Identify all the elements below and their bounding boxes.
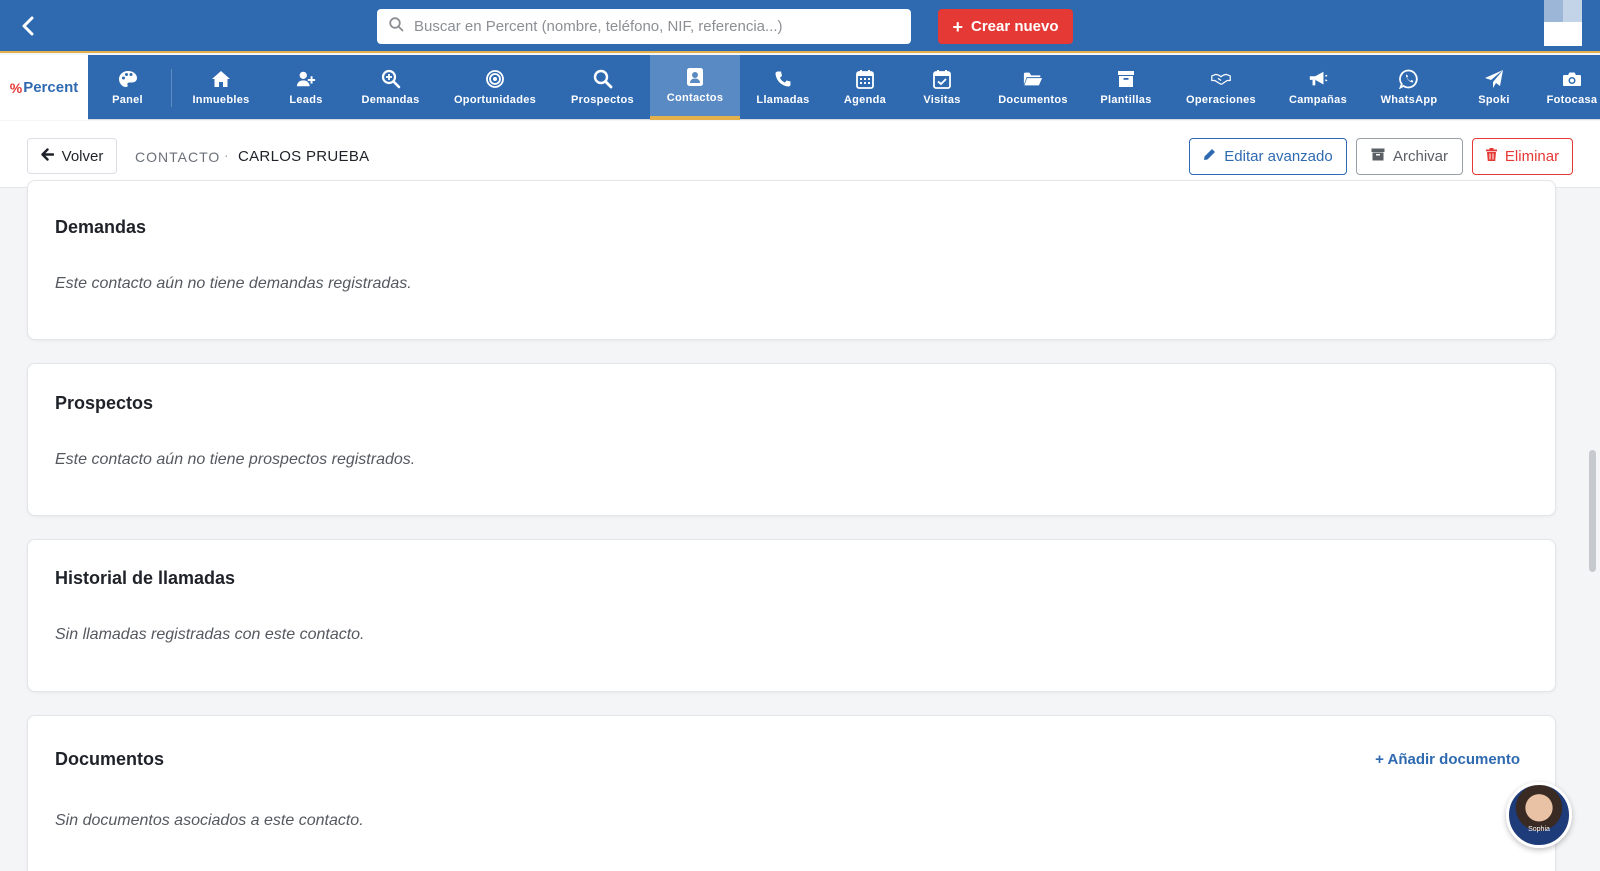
scrollbar-thumb[interactable]: [1589, 450, 1596, 572]
nav-label: Fotocasa: [1546, 94, 1598, 106]
nav-label: Demandas: [361, 94, 420, 106]
delete-label: Eliminar: [1504, 148, 1560, 165]
nav-item-fotocasa[interactable]: Fotocasa: [1540, 55, 1600, 120]
breadcrumb-section[interactable]: CONTACTO: [135, 149, 220, 165]
main-nav: % Percent Panel Inmuebles Leads Demandas…: [0, 55, 1600, 120]
palette-icon: [118, 69, 138, 89]
megaphone-icon: [1308, 69, 1328, 89]
nav-label: Visitas: [923, 94, 961, 106]
card-title: Prospectos: [55, 393, 154, 413]
delete-button[interactable]: Eliminar: [1472, 138, 1573, 175]
handshake-icon: [1211, 69, 1231, 89]
nav-label: Operaciones: [1186, 94, 1256, 106]
breadcrumb-contact-name: CARLOS PRUEBA: [238, 148, 370, 165]
back-button[interactable]: Volver: [27, 138, 117, 174]
nav-separator: [171, 69, 172, 107]
nav-item-spoki[interactable]: Spoki: [1470, 55, 1518, 120]
demandas-card: Demandas Este contacto aún no tiene dema…: [27, 180, 1556, 340]
edit-advanced-button[interactable]: Editar avanzado: [1189, 138, 1347, 175]
user-avatar[interactable]: [1544, 0, 1582, 46]
empty-state-text: Este contacto aún no tiene demandas regi…: [55, 275, 412, 292]
contact-card-icon: [685, 67, 705, 87]
home-icon: [211, 69, 231, 89]
nav-item-documentos[interactable]: Documentos: [993, 55, 1073, 120]
logo-text: Percent: [23, 79, 79, 96]
nav-item-oportunidades[interactable]: Oportunidades: [447, 55, 543, 120]
card-title: Documentos: [55, 749, 165, 769]
nav-item-whatsapp[interactable]: WhatsApp: [1375, 55, 1443, 120]
calendar-icon: [855, 69, 875, 89]
nav-item-plantillas[interactable]: Plantillas: [1096, 55, 1156, 120]
trash-icon: [1485, 148, 1497, 165]
arrow-left-icon: [40, 147, 54, 165]
nav-item-panel[interactable]: Panel: [95, 55, 160, 120]
nav-label: Documentos: [998, 94, 1068, 106]
empty-state-text: Sin llamadas registradas con este contac…: [55, 626, 365, 643]
card-title: Demandas: [55, 217, 147, 237]
assistant-label: Sophia: [1528, 826, 1550, 833]
nav-item-demandas[interactable]: Demandas: [355, 55, 426, 120]
card-title: Historial de llamadas: [55, 568, 236, 588]
breadcrumb-separator: ·: [224, 147, 229, 163]
nav-label: Plantillas: [1100, 94, 1152, 106]
nav-label: Inmuebles: [192, 94, 250, 106]
empty-state-text: Este contacto aún no tiene prospectos re…: [55, 451, 416, 468]
folder-open-icon: [1023, 69, 1043, 89]
user-plus-icon: [296, 69, 316, 89]
create-new-button[interactable]: + Crear nuevo: [938, 9, 1073, 44]
pencil-icon: [1203, 148, 1216, 165]
archive-button[interactable]: Archivar: [1356, 138, 1463, 175]
search-icon: [389, 16, 404, 37]
target-icon: [485, 69, 505, 89]
nav-label: Spoki: [1478, 94, 1510, 106]
nav-item-agenda[interactable]: Agenda: [836, 55, 894, 120]
search-plus-icon: [381, 69, 401, 89]
empty-state-text: Sin documentos asociados a este contacto…: [55, 812, 364, 829]
search-icon: [593, 69, 613, 89]
contact-header: Volver CONTACTO · CARLOS PRUEBA Editar a…: [0, 121, 1600, 188]
nav-label: Campañas: [1288, 94, 1348, 106]
nav-item-contactos[interactable]: Contactos: [650, 55, 740, 120]
global-search[interactable]: [377, 9, 911, 44]
nav-label: Panel: [112, 94, 143, 106]
nav-item-prospectos[interactable]: Prospectos: [565, 55, 640, 120]
prospectos-card: Prospectos Este contacto aún no tiene pr…: [27, 363, 1556, 516]
top-bar: + Crear nuevo: [0, 0, 1600, 53]
nav-label: Agenda: [843, 94, 887, 106]
nav-label: Llamadas: [756, 94, 810, 106]
nav-item-leads[interactable]: Leads: [276, 55, 336, 120]
nav-item-inmuebles[interactable]: Inmuebles: [183, 55, 259, 120]
percent-logo[interactable]: % Percent: [0, 55, 88, 120]
archive-box-icon: [1371, 148, 1385, 165]
nav-label: Leads: [289, 94, 323, 106]
plus-icon: +: [952, 16, 963, 37]
archive-label: Archivar: [1392, 148, 1448, 165]
back-arrow-icon[interactable]: [14, 12, 42, 40]
calendar-check-icon: [932, 69, 952, 89]
back-button-label: Volver: [61, 147, 104, 165]
phone-icon: [773, 69, 793, 89]
nav-item-llamadas[interactable]: Llamadas: [750, 55, 816, 120]
documents-card: Documentos + Añadir documento Sin docume…: [27, 715, 1556, 871]
nav-item-campanas[interactable]: Campañas: [1285, 55, 1351, 120]
nav-item-visitas[interactable]: Visitas: [917, 55, 967, 120]
create-new-label: Crear nuevo: [970, 18, 1059, 35]
whatsapp-icon: [1399, 69, 1419, 89]
call-history-card: Historial de llamadas Sin llamadas regis…: [27, 539, 1556, 692]
search-input[interactable]: [414, 18, 894, 35]
archive-box-icon: [1116, 69, 1136, 89]
nav-label: WhatsApp: [1380, 94, 1438, 106]
percent-logo-mark-icon: %: [9, 79, 23, 96]
nav-item-operaciones[interactable]: Operaciones: [1178, 55, 1264, 120]
add-document-link[interactable]: + Añadir documento: [1375, 751, 1520, 768]
nav-label: Oportunidades: [453, 94, 537, 106]
paper-plane-icon: [1484, 69, 1504, 89]
nav-label: Prospectos: [571, 94, 634, 106]
edit-advanced-label: Editar avanzado: [1224, 148, 1333, 165]
assistant-avatar[interactable]: Sophia: [1506, 782, 1572, 848]
nav-label: Contactos: [666, 92, 724, 104]
camera-icon: [1562, 69, 1582, 89]
